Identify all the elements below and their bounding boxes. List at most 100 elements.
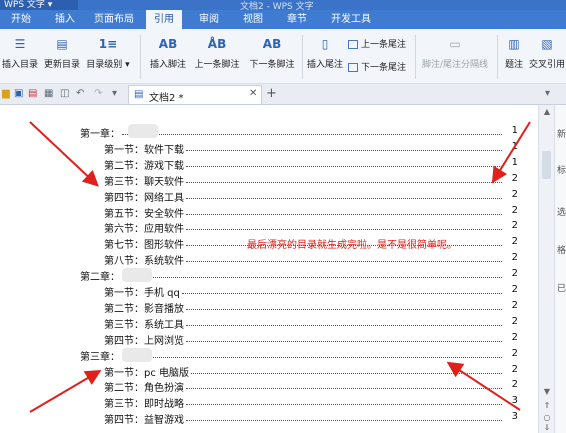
annotation-text: 最后漂亮的目录就生成完啦。是不是很简单呢。 xyxy=(247,240,457,251)
scroll-thumb[interactable] xyxy=(542,151,551,179)
toc-dot-leader xyxy=(181,293,502,294)
prev-footnote-button[interactable]: ÅB 上一条脚注 xyxy=(192,35,242,70)
toc-entry-label: 第二章： xyxy=(80,272,120,284)
next-endnote-icon xyxy=(348,63,358,72)
separator-line-button[interactable]: ▭ 脚注/尾注分隔线 xyxy=(419,35,491,70)
prev-endnote-label: 上一条尾注 xyxy=(361,40,407,50)
toc-entry[interactable]: 第一节：软件下载 1 xyxy=(104,141,518,156)
ribbon-separator xyxy=(415,35,416,79)
toc-entry[interactable]: 第一节：pc 电脑版 2 xyxy=(104,364,518,379)
side-panel-label[interactable]: 标 xyxy=(557,163,566,176)
new-tab-icon[interactable]: + xyxy=(266,86,277,101)
next-footnote-button[interactable]: AB 下一条脚注 xyxy=(245,35,299,70)
prev-page-icon[interactable]: ⇑ xyxy=(540,401,554,411)
toc-entry[interactable]: 第八节：系统软件 2 xyxy=(104,252,518,267)
toc-entry[interactable]: 第二节：游戏下载 1 xyxy=(104,157,518,172)
toc-entry-page: 2 xyxy=(511,299,518,311)
caption-button[interactable]: ▥ 题注 xyxy=(502,35,526,70)
menu-tab-3[interactable]: 引用 xyxy=(146,10,182,29)
toc-entry-label: 第三节：系统工具 xyxy=(104,319,184,331)
toc-entry[interactable]: 第二节：角色扮演 2 xyxy=(104,379,518,394)
toc-dot-leader xyxy=(191,372,502,374)
side-panel-label[interactable]: 格 xyxy=(557,243,566,256)
insert-toc-label: 插入目录 xyxy=(2,60,39,70)
prev-endnote-button[interactable]: 上一条尾注 xyxy=(348,37,406,50)
toc-entry-page: 2 xyxy=(511,363,518,375)
next-endnote-button[interactable]: 下一条尾注 xyxy=(348,60,406,73)
toc-dot-leader xyxy=(186,404,502,406)
toc-dot-leader xyxy=(186,261,502,263)
toc-entry-label: 第三节：聊天软件 xyxy=(104,176,184,188)
tab-document2[interactable]: ▤ 文档2 * ✕ xyxy=(128,85,262,104)
toc-dot-leader xyxy=(122,134,502,135)
toc-entry-label: 第七节：图形软件 xyxy=(104,240,184,252)
toc-entry[interactable]: 第六节：应用软件 2 xyxy=(104,220,518,235)
update-toc-button[interactable]: ▤ 更新目录 xyxy=(42,35,82,70)
print-preview-icon[interactable]: ◫ xyxy=(60,88,69,99)
insert-footnote-button[interactable]: AB 插入脚注 xyxy=(146,35,190,70)
toc-entry-label: 第一章： xyxy=(80,129,120,140)
menu-tab-0[interactable]: 开始 xyxy=(4,10,38,29)
redacted-text xyxy=(122,348,152,362)
document-tab-bar: ▆ ▣ ▤ ▦ ◫ ↶ ↷ ▾ ▤ 文档2 * ✕ + ▾ xyxy=(0,84,566,105)
menu-tab-2[interactable]: 页面布局 xyxy=(90,10,138,29)
toc-entry-label: 第八节：系统软件 xyxy=(104,256,184,268)
select-browse-icon[interactable]: ○ xyxy=(540,413,554,423)
toc-entry[interactable]: 第三节：聊天软件 2 xyxy=(104,173,518,188)
toc-dot-leader xyxy=(186,197,502,199)
toc-entry[interactable]: 第四节：网络工具 2 xyxy=(104,189,518,204)
menu-tab-4[interactable]: 审阅 xyxy=(192,10,226,29)
toc-entry[interactable]: 第三节：即时战略 3 xyxy=(104,395,518,410)
menu-tab-1[interactable]: 插入 xyxy=(48,10,82,29)
toc-entry-page: 1 xyxy=(511,140,518,152)
toc-entry-label: 第二节：游戏下载 xyxy=(104,160,184,172)
scroll-down-icon[interactable]: ▼ xyxy=(540,387,554,397)
footnote-icon: AB xyxy=(158,37,178,51)
quick-access-dropdown-icon[interactable]: ▾ xyxy=(112,88,117,99)
toc-entry[interactable]: 第二节：影音播放 2 xyxy=(104,300,518,315)
toc-entry-label: 第一节：pc 电脑版 xyxy=(104,367,190,379)
cross-ref-button[interactable]: ▧ 交叉引用 xyxy=(528,35,566,70)
toc-dot-leader xyxy=(122,356,502,358)
prev-footnote-icon: ÅB xyxy=(207,37,227,51)
close-icon[interactable]: ✕ xyxy=(249,88,257,99)
toc-level-button[interactable]: 1≡ 目录级别 ▾ xyxy=(86,35,130,70)
next-page-icon[interactable]: ⇓ xyxy=(540,423,554,433)
toc-entry-page: 1 xyxy=(511,125,518,136)
title-bar: WPS 文字 ▾ 文档2 - WPS 文字 xyxy=(0,0,566,10)
toc-entry-label: 第四节：网络工具 xyxy=(104,192,184,204)
toc-entry[interactable]: 第三节：系统工具 2 xyxy=(104,316,518,331)
toc-entry-page: 2 xyxy=(511,252,518,264)
toc-entry-label: 第一节：手机 qq xyxy=(104,288,180,299)
caption-icon: ▥ xyxy=(508,37,520,51)
insert-toc-button[interactable]: ☰ 插入目录 xyxy=(2,35,38,70)
toc-entry-page: 2 xyxy=(511,204,518,216)
toc-entry[interactable]: 第五节：安全软件 2 xyxy=(104,205,518,220)
save-icon[interactable]: ▣ xyxy=(14,88,23,99)
redo-icon[interactable]: ↷ xyxy=(94,88,102,99)
insert-endnote-button[interactable]: ▯ 插入尾注 xyxy=(304,35,346,70)
vertical-scrollbar[interactable]: ▲ ▼ ⇑ ○ ⇓ xyxy=(538,105,555,433)
toc-entry-label: 第三章： xyxy=(80,351,120,363)
side-panel-label[interactable]: 已 xyxy=(557,281,566,294)
menu-tab-5[interactable]: 视图 xyxy=(236,10,270,29)
side-panel-label[interactable]: 新 xyxy=(557,127,566,140)
menu-tab-7[interactable]: 开发工具 xyxy=(324,10,378,29)
menu-tab-6[interactable]: 章节 xyxy=(280,10,314,29)
toc-entry[interactable]: 第四节：益智游戏 3 xyxy=(104,411,518,426)
prev-footnote-label: 上一条脚注 xyxy=(194,60,240,70)
toc-entry[interactable]: 第一节：手机 qq 2 xyxy=(104,284,518,299)
endnote-icon: ▯ xyxy=(321,37,329,51)
toc-entry[interactable]: 第四节：上网浏览 2 xyxy=(104,332,518,347)
scroll-up-icon[interactable]: ▲ xyxy=(540,107,554,117)
tab-menu-icon[interactable]: ▾ xyxy=(545,88,550,99)
print-icon[interactable]: ▦ xyxy=(44,88,53,99)
side-panel-label[interactable]: 选 xyxy=(557,205,566,218)
undo-icon[interactable]: ↶ xyxy=(76,88,84,99)
app-menu-button[interactable]: WPS 文字 ▾ xyxy=(0,0,78,10)
side-panel: 新标选格已 xyxy=(554,105,566,433)
cross-ref-label: 交叉引用 xyxy=(528,60,565,70)
toc-level-label: 目录级别 xyxy=(86,60,123,70)
open-folder-icon[interactable]: ▆ xyxy=(2,88,10,99)
pdf-icon[interactable]: ▤ xyxy=(28,88,37,99)
